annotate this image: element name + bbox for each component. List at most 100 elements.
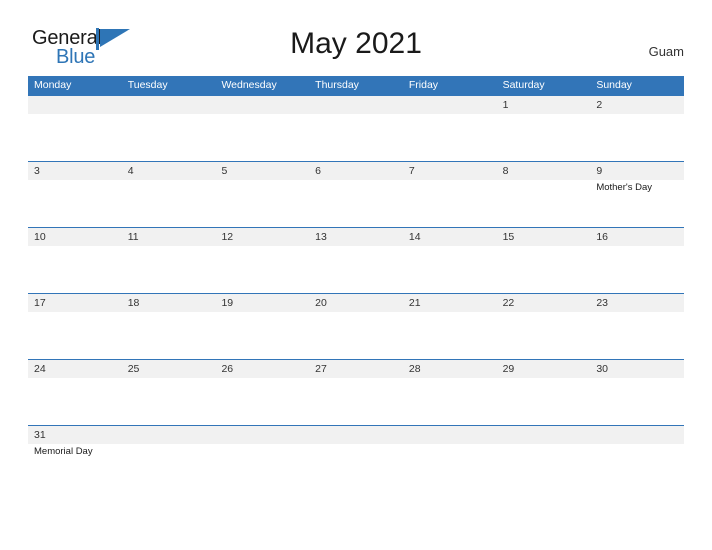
weekday-monday: Monday xyxy=(34,79,72,91)
date-number: 4 xyxy=(127,165,134,177)
date-number: 28 xyxy=(408,363,421,375)
date-number: 2 xyxy=(596,99,603,111)
day-cell[interactable]: 6 xyxy=(309,162,403,227)
day-cell[interactable]: 17 xyxy=(28,294,122,359)
date-number: 31 xyxy=(34,429,46,441)
date-band xyxy=(402,162,497,180)
date-number: 7 xyxy=(408,165,415,177)
day-cell[interactable]: 3 xyxy=(28,162,122,227)
date-band xyxy=(496,96,591,114)
date-band xyxy=(402,426,497,444)
date-band xyxy=(402,96,497,114)
day-cell[interactable]: 29 xyxy=(496,360,591,425)
date-number: 23 xyxy=(596,297,608,309)
weekday-sunday: Sunday xyxy=(596,79,632,91)
day-cell[interactable] xyxy=(590,426,685,491)
date-band xyxy=(121,426,216,444)
week-row: 1 2 xyxy=(28,95,685,161)
week-row: 24 25 26 27 28 29 30 xyxy=(28,359,685,425)
week-row: 10 11 12 13 14 15 16 xyxy=(28,227,685,293)
date-band xyxy=(121,162,216,180)
day-cell[interactable]: 20 xyxy=(309,294,403,359)
day-cell[interactable] xyxy=(309,96,403,161)
weekday-tuesday: Tuesday xyxy=(127,79,168,91)
date-number: 20 xyxy=(315,297,327,309)
day-cell[interactable]: 19 xyxy=(215,294,310,359)
day-cell[interactable]: 2 xyxy=(590,96,685,161)
date-band xyxy=(28,162,122,180)
page-title: May 2021 xyxy=(290,27,422,60)
date-band xyxy=(590,96,685,114)
date-number: 10 xyxy=(34,231,46,243)
day-cell[interactable]: 8 xyxy=(496,162,591,227)
date-number: 17 xyxy=(34,297,46,309)
day-cell[interactable]: 10 xyxy=(28,228,122,293)
week-row: 17 18 19 20 21 22 23 xyxy=(28,293,685,359)
weekday-friday: Friday xyxy=(408,79,439,91)
date-number: 26 xyxy=(221,363,234,375)
day-cell[interactable]: 5 xyxy=(215,162,310,227)
date-number: 16 xyxy=(596,231,608,243)
day-cell[interactable]: 26 xyxy=(215,360,310,425)
day-cell[interactable] xyxy=(309,426,403,491)
day-cell[interactable]: 12 xyxy=(215,228,310,293)
event-label: Mother's Day xyxy=(596,182,652,193)
day-cell[interactable]: 4 xyxy=(121,162,216,227)
date-band xyxy=(215,96,310,114)
date-band xyxy=(28,96,122,114)
day-cell[interactable] xyxy=(402,426,497,491)
date-number: 11 xyxy=(127,231,139,243)
date-band xyxy=(496,426,591,444)
date-number: 8 xyxy=(502,165,509,177)
day-cell[interactable]: 16 xyxy=(590,228,685,293)
day-cell[interactable]: 27 xyxy=(309,360,403,425)
day-cell[interactable]: 28 xyxy=(402,360,497,425)
day-cell[interactable] xyxy=(215,96,310,161)
region-label: Guam xyxy=(648,44,684,59)
day-cell[interactable]: 1 xyxy=(496,96,591,161)
date-band xyxy=(121,96,216,114)
date-number: 22 xyxy=(502,297,515,309)
date-number: 27 xyxy=(315,363,327,375)
weekday-wednesday: Wednesday xyxy=(221,79,277,91)
weekday-saturday: Saturday xyxy=(502,79,545,91)
day-cell[interactable]: 21 xyxy=(402,294,497,359)
day-cell[interactable] xyxy=(402,96,497,161)
day-cell[interactable]: 23 xyxy=(590,294,685,359)
day-cell[interactable]: 7 xyxy=(402,162,497,227)
date-number: 9 xyxy=(596,165,603,177)
day-cell[interactable]: 9 Mother's Day xyxy=(590,162,685,227)
date-number: 14 xyxy=(408,231,421,243)
day-cell[interactable]: 14 xyxy=(402,228,497,293)
day-cell[interactable]: 30 xyxy=(590,360,685,425)
week-row: 3 4 5 6 7 8 9 Mother's Day xyxy=(28,161,685,227)
date-number: 15 xyxy=(502,231,515,243)
calendar-grid: Monday Tuesday Wednesday Thursday Friday… xyxy=(28,76,685,491)
date-band xyxy=(215,426,310,444)
event-label: Memorial Day xyxy=(34,446,93,457)
date-number: 6 xyxy=(315,165,321,177)
date-band xyxy=(496,162,591,180)
date-band xyxy=(309,96,403,114)
weekday-thursday: Thursday xyxy=(315,79,359,91)
day-cell[interactable] xyxy=(28,96,122,161)
day-cell[interactable]: 31 Memorial Day xyxy=(28,426,122,491)
day-cell[interactable]: 15 xyxy=(496,228,591,293)
day-cell[interactable]: 24 xyxy=(28,360,122,425)
day-cell[interactable] xyxy=(121,426,216,491)
day-cell[interactable] xyxy=(121,96,216,161)
day-cell[interactable]: 25 xyxy=(121,360,216,425)
page-header: General Blue May 2021 Guam xyxy=(0,0,712,76)
date-number: 3 xyxy=(34,165,40,177)
day-cell[interactable]: 11 xyxy=(121,228,216,293)
day-cell[interactable]: 13 xyxy=(309,228,403,293)
day-cell[interactable]: 18 xyxy=(121,294,216,359)
date-number: 25 xyxy=(127,363,140,375)
day-cell[interactable]: 22 xyxy=(496,294,591,359)
date-number: 24 xyxy=(34,363,46,375)
date-band xyxy=(215,162,310,180)
date-number: 1 xyxy=(502,99,509,111)
day-cell[interactable] xyxy=(496,426,591,491)
weekday-header-row: Monday Tuesday Wednesday Thursday Friday… xyxy=(28,76,684,95)
day-cell[interactable] xyxy=(215,426,310,491)
